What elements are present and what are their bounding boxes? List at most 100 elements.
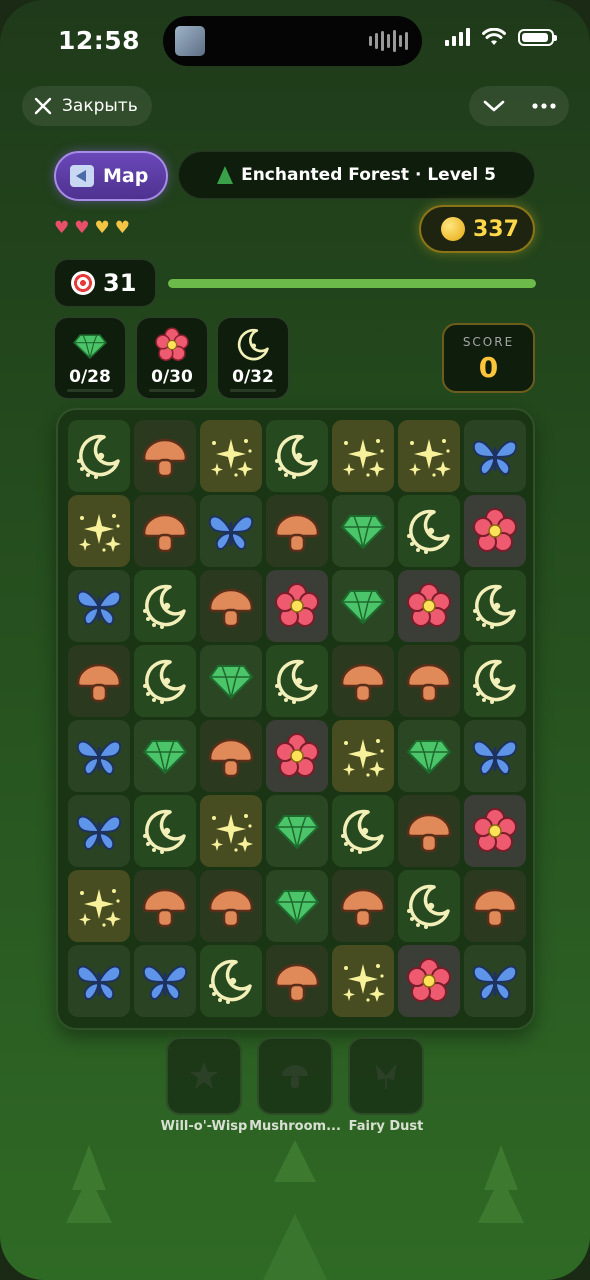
board-tile[interactable] [332,720,394,792]
moon-icon [341,809,384,854]
close-icon [34,97,52,115]
butterfly-icon [76,740,122,775]
board-tile[interactable] [134,945,196,1017]
board-tile[interactable] [68,870,130,942]
butterfly-icon [472,965,518,1000]
board-tile[interactable] [68,420,130,492]
background-tree [478,1175,524,1223]
board-tile[interactable] [464,495,526,567]
sparkle-icon [343,964,385,1002]
mushroom-icon [142,513,188,553]
flower-icon [155,327,189,361]
board-tile[interactable] [134,420,196,492]
close-button[interactable]: Закрыть [22,86,152,126]
board-tile[interactable] [200,945,262,1017]
board-tile[interactable] [134,720,196,792]
board-tile[interactable] [266,570,328,642]
board-tile[interactable] [464,420,526,492]
board-tile[interactable] [134,870,196,942]
board-tile[interactable] [134,645,196,717]
chevron-down-icon[interactable] [483,99,505,113]
mushroom-icon [208,588,254,628]
board-tile[interactable] [68,795,130,867]
board-tile[interactable] [464,945,526,1017]
board-tile[interactable] [464,720,526,792]
board-tile[interactable] [398,495,460,567]
board-tile[interactable] [200,870,262,942]
goal-flower: 0/30 [136,317,208,399]
powerup-fairy-dust[interactable] [348,1037,424,1115]
powerup-mushroom[interactable] [257,1037,333,1115]
mushroom-icon [340,663,386,703]
board-tile[interactable] [332,945,394,1017]
board-tile[interactable] [134,795,196,867]
heart-icon: ♥ [74,218,90,238]
mushroom-icon [142,438,188,478]
gem-icon [340,515,386,550]
sparkle-icon [79,514,121,552]
board-tile[interactable] [266,870,328,942]
tile-grid [68,420,526,1017]
board-tile[interactable] [68,720,130,792]
board-tile[interactable] [464,870,526,942]
board-tile[interactable] [200,570,262,642]
level-title: Enchanted Forest · Level 5 [241,165,496,185]
sparkle-icon [409,439,451,477]
cellular-icon [445,28,470,46]
board-tile[interactable] [332,795,394,867]
board-tile[interactable] [134,495,196,567]
board-tile[interactable] [332,645,394,717]
gem-icon [340,590,386,625]
flower-icon [407,583,451,627]
board-tile[interactable] [398,420,460,492]
star-icon [190,1062,218,1089]
board-tile[interactable] [200,645,262,717]
board-tile[interactable] [200,720,262,792]
map-button[interactable]: Map [54,151,168,201]
mushroom-icon [282,1065,308,1088]
board-tile[interactable] [200,795,262,867]
mushroom-icon [142,888,188,928]
score-value: 0 [478,351,499,384]
board-tile[interactable] [464,570,526,642]
progress-fill [168,279,536,288]
board-tile[interactable] [398,795,460,867]
board-tile[interactable] [332,570,394,642]
board-tile[interactable] [398,870,460,942]
background-tree [66,1175,112,1223]
board-tile[interactable] [266,720,328,792]
board-tile[interactable] [266,420,328,492]
board-tile[interactable] [266,645,328,717]
goal-progress [67,389,113,392]
flower-icon [473,808,517,852]
mushroom-icon [274,963,320,1003]
board-tile[interactable] [68,645,130,717]
board-tile[interactable] [464,645,526,717]
board-tile[interactable] [68,570,130,642]
board-tile[interactable] [398,720,460,792]
butterfly-icon [76,965,122,1000]
powerup-will-o-wisp[interactable] [166,1037,242,1115]
board-tile[interactable] [464,795,526,867]
board-tile[interactable] [266,495,328,567]
board-tile[interactable] [266,945,328,1017]
target-icon [71,271,95,295]
board-tile[interactable] [68,945,130,1017]
board-tile[interactable] [398,945,460,1017]
gem-icon [274,815,320,850]
board-tile[interactable] [266,795,328,867]
board-tile[interactable] [398,645,460,717]
board-tile[interactable] [134,570,196,642]
board-tile[interactable] [332,420,394,492]
flower-icon [407,958,451,1002]
board-tile[interactable] [398,570,460,642]
moon-icon [143,584,186,629]
board-tile[interactable] [332,870,394,942]
sparkle-icon [79,889,121,927]
board-tile[interactable] [68,495,130,567]
board-tile[interactable] [332,495,394,567]
background-tree [274,1140,316,1182]
more-icon[interactable] [531,103,556,109]
board-tile[interactable] [200,420,262,492]
board-tile[interactable] [200,495,262,567]
